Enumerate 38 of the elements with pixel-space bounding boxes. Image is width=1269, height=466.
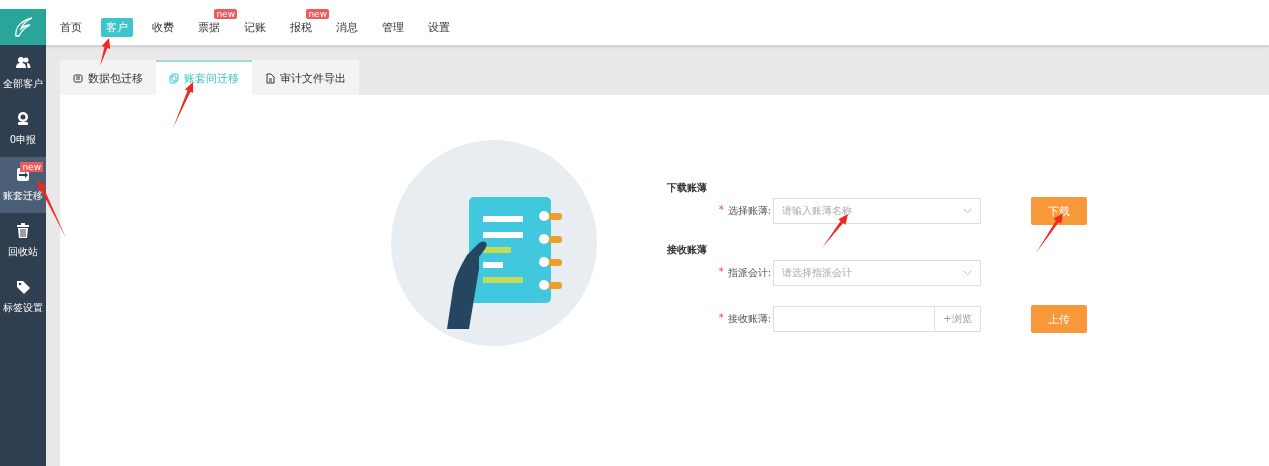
chevron-down-icon [963, 270, 972, 276]
coin-icon [15, 111, 31, 127]
nav-tab[interactable]: 首页 [55, 17, 87, 37]
field-label: 指派会计: [727, 266, 771, 280]
tab[interactable]: 审计文件导出 [252, 60, 359, 95]
annotation-arrow [98, 38, 111, 66]
nav-tab[interactable]: 设置 [423, 17, 455, 37]
copy-icon [169, 73, 179, 84]
tag-icon [15, 279, 31, 295]
nav-tab[interactable]: 报税 [285, 17, 317, 37]
required-mark: * [718, 266, 724, 279]
annotation-arrow [171, 82, 195, 128]
new-badge: new [306, 8, 329, 19]
section-title: 接收账薄 [667, 243, 708, 257]
sidebar-item[interactable]: new 账套迁移 [0, 157, 46, 213]
logo-icon [12, 16, 34, 38]
nav-tab[interactable]: 消息 [331, 17, 363, 37]
field-label: 接收账薄: [727, 312, 771, 326]
sidebar-item[interactable]: 回收站 [0, 213, 46, 269]
new-badge: new [214, 8, 237, 19]
nav-tab[interactable]: 票据 [193, 17, 225, 37]
nav-tab[interactable]: 记账 [239, 17, 271, 37]
chevron-down-icon [963, 208, 972, 214]
document-icon [265, 73, 275, 84]
users-icon [15, 55, 31, 71]
sidebar-item[interactable]: 0申报 [0, 101, 46, 157]
trash-icon [15, 223, 31, 239]
nav-tab[interactable]: 管理 [377, 17, 409, 37]
new-badge: new [20, 162, 43, 172]
required-mark: * [718, 204, 724, 217]
tab[interactable]: 数据包迁移 [60, 60, 156, 95]
sidebar-item[interactable]: 标签设置 [0, 269, 46, 325]
nav-tab[interactable]: 收费 [147, 17, 179, 37]
required-mark: * [718, 312, 724, 325]
package-icon [73, 73, 83, 84]
section-title: 下载账薄 [667, 181, 708, 195]
field-label: 选择账薄: [727, 204, 771, 218]
sidebar-item[interactable]: 全部客户 [0, 45, 46, 101]
